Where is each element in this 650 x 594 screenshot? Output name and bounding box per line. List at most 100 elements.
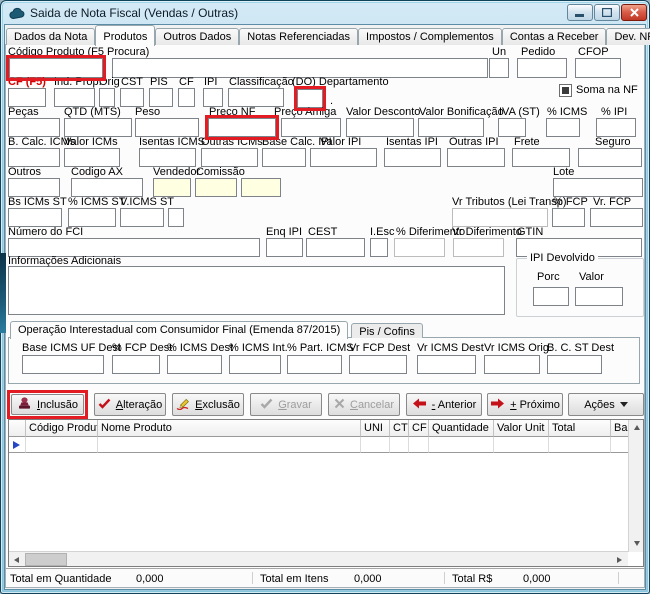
- i-esc-field[interactable]: [370, 238, 388, 257]
- outras-ipi-field[interactable]: [447, 148, 505, 167]
- preco-amiga-field[interactable]: [281, 118, 341, 137]
- codigo-produto-field[interactable]: [9, 58, 103, 78]
- bs-icms-st-field[interactable]: [8, 208, 62, 227]
- close-button[interactable]: [621, 4, 647, 21]
- porc-field[interactable]: [533, 287, 569, 306]
- preco-nf-field[interactable]: [208, 118, 276, 137]
- orig-field[interactable]: [99, 88, 115, 107]
- pct-ipi-field[interactable]: [596, 118, 636, 137]
- vr-fcp-label: Vr. FCP: [593, 197, 631, 208]
- subtab-operacao-interestadual[interactable]: Operação Interestadual com Consumidor Fi…: [10, 321, 348, 339]
- peso-field[interactable]: [135, 118, 199, 137]
- b-c-st-dest-field[interactable]: [547, 355, 602, 374]
- valor-ipi-field[interactable]: [310, 148, 377, 167]
- seguro-field[interactable]: [578, 148, 642, 167]
- informacoes-adicionais-textarea[interactable]: [8, 266, 505, 315]
- classificacao-field[interactable]: [228, 88, 284, 107]
- pct-icms-field[interactable]: [546, 118, 580, 137]
- nome-produto-field[interactable]: [112, 58, 488, 78]
- vr-fcp-dest-field[interactable]: [349, 355, 407, 374]
- valor-icms-field[interactable]: [64, 148, 120, 167]
- proximo-button[interactable]: + Próximo: [487, 393, 563, 416]
- isentas-icms-field[interactable]: [139, 148, 196, 167]
- tab-produtos[interactable]: Produtos: [95, 25, 155, 46]
- pct-fcp-dest-field[interactable]: [112, 355, 160, 374]
- grid-horizontal-scrollbar[interactable]: [9, 551, 628, 566]
- pct-fcp-field[interactable]: [552, 208, 585, 227]
- grid-cell[interactable]: [549, 437, 611, 453]
- pct-icms-dest-field[interactable]: [167, 355, 222, 374]
- qtd-mts-field[interactable]: [64, 118, 132, 137]
- tab-notas-referenciadas[interactable]: Notas Referenciadas: [239, 28, 358, 45]
- soma-na-nf-checkbox[interactable]: [559, 84, 572, 97]
- base-calc-ipi-field[interactable]: [262, 148, 306, 167]
- grid-cell[interactable]: [611, 437, 628, 453]
- grid-vertical-scrollbar[interactable]: [628, 420, 643, 552]
- base-icms-uf-dest-field[interactable]: [22, 355, 104, 374]
- vendedor-field[interactable]: [153, 178, 191, 197]
- pct-part-icms-field[interactable]: [287, 355, 342, 374]
- valor-desconto-field[interactable]: [346, 118, 414, 137]
- grid-cell[interactable]: [429, 437, 494, 453]
- pct-icms-st-field[interactable]: [68, 208, 116, 227]
- emenda-tab-strip: Operação Interestadual com Consumidor Fi…: [10, 320, 423, 338]
- iva-st-field[interactable]: [498, 118, 526, 137]
- frete-field[interactable]: [512, 148, 570, 167]
- anterior-button[interactable]: - Anterior: [406, 393, 482, 416]
- pecas-label: Peças: [8, 107, 39, 118]
- icms-st-extra-field[interactable]: [168, 208, 184, 227]
- grid-cell[interactable]: [494, 437, 549, 453]
- un-field[interactable]: [489, 58, 509, 78]
- valor-bonificacao-field[interactable]: [418, 118, 484, 137]
- grid-cell[interactable]: [390, 437, 409, 453]
- vr-icms-dest-field[interactable]: [417, 355, 476, 374]
- alteracao-button[interactable]: Alteração: [94, 393, 166, 416]
- acoes-button[interactable]: Ações: [568, 393, 644, 416]
- maximize-button[interactable]: [594, 4, 620, 21]
- grid-cell[interactable]: [361, 437, 390, 453]
- comissao-field-1[interactable]: [195, 178, 237, 197]
- screenshot-stage: Saida de Nota Fiscal (Vendas / Outras) D…: [0, 0, 650, 594]
- outros-field[interactable]: [8, 178, 60, 197]
- cest-field[interactable]: [306, 238, 365, 257]
- exclusao-button[interactable]: Exclusão: [172, 393, 244, 416]
- grid-cell[interactable]: [409, 437, 429, 453]
- vr-icms-orig-field[interactable]: [484, 355, 540, 374]
- b-calc-icms-field[interactable]: [8, 148, 60, 167]
- pis-field[interactable]: [149, 88, 173, 107]
- pct-icms-int-field[interactable]: [229, 355, 281, 374]
- horizontal-scroll-thumb[interactable]: [25, 553, 67, 566]
- grid-cell[interactable]: [26, 437, 98, 453]
- tab-outros-dados[interactable]: Outros Dados: [155, 28, 239, 45]
- comissao-field-2[interactable]: [241, 178, 281, 197]
- lote-field[interactable]: [553, 178, 643, 197]
- isentas-ipi-field[interactable]: [384, 148, 441, 167]
- cf-f5-field[interactable]: [8, 88, 46, 107]
- cf-field[interactable]: [178, 88, 195, 107]
- inclusao-button[interactable]: Inclusão: [11, 394, 84, 415]
- tab-dados-da-nota[interactable]: Dados da Nota: [6, 28, 95, 45]
- valor-field[interactable]: [575, 287, 623, 306]
- tab-contas-a-receber[interactable]: Contas a Receber: [502, 28, 607, 45]
- pecas-field[interactable]: [8, 118, 60, 137]
- enq-ipi-field[interactable]: [266, 238, 303, 257]
- scroll-down-button[interactable]: [629, 536, 644, 551]
- grid-cell[interactable]: [98, 437, 361, 453]
- outras-icms-field[interactable]: [201, 148, 258, 167]
- produtos-grid[interactable]: Código Produto Nome Produto UNI CT CF Qu…: [8, 419, 644, 567]
- scroll-right-button[interactable]: [612, 552, 627, 567]
- scroll-up-button[interactable]: [629, 420, 644, 435]
- tab-impostos-complementos[interactable]: Impostos / Complementos: [358, 28, 502, 45]
- pedido-field[interactable]: [517, 58, 567, 78]
- v-icms-st-field[interactable]: [120, 208, 164, 227]
- tab-dev-nfs[interactable]: Dev. NF(s): [606, 28, 650, 45]
- cfop-field[interactable]: [575, 58, 621, 78]
- subtab-pis-cofins[interactable]: Pis / Cofins: [351, 323, 423, 338]
- cst-field[interactable]: [120, 88, 144, 107]
- minimize-button[interactable]: [567, 4, 593, 21]
- codigo-ax-field[interactable]: [71, 178, 143, 197]
- scroll-left-button[interactable]: [9, 552, 24, 567]
- ipi-field[interactable]: [203, 88, 223, 107]
- vr-fcp-field[interactable]: [590, 208, 643, 227]
- ind-prop-field[interactable]: [54, 88, 95, 107]
